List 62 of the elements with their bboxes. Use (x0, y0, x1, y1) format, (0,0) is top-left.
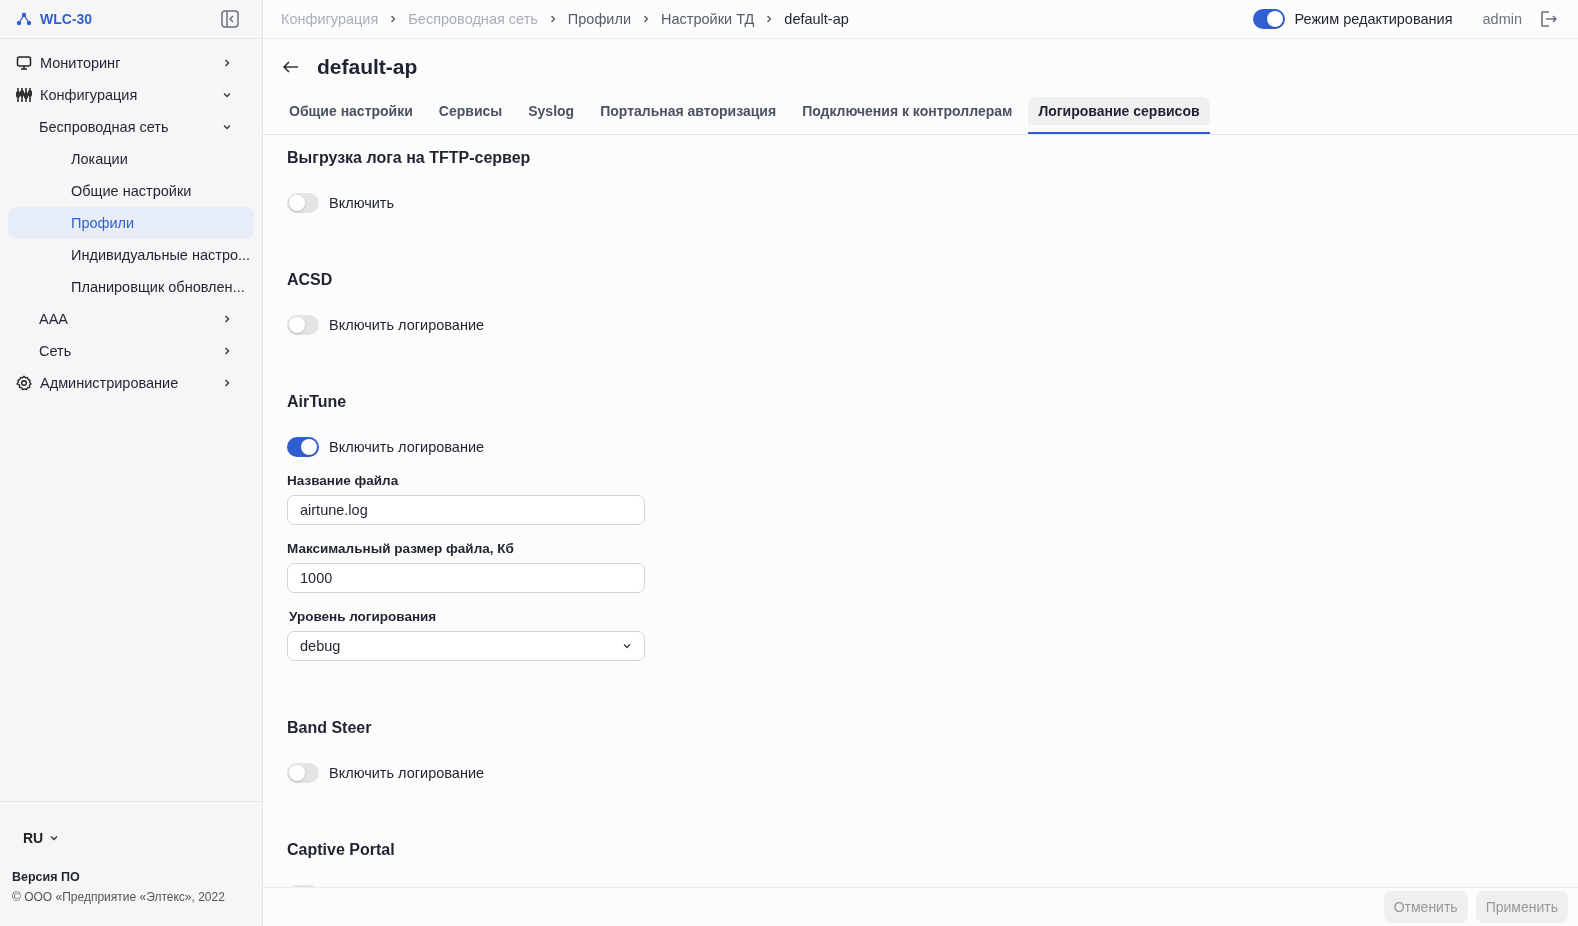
nav-item[interactable]: Беспроводная сеть (8, 111, 254, 143)
logout-icon[interactable] (1538, 9, 1558, 29)
field-label: Название файла (287, 473, 400, 488)
input-field[interactable]: 1000 (287, 563, 645, 593)
chevron-down-icon (222, 90, 232, 100)
dropdown[interactable]: debug (287, 631, 645, 661)
nav-item[interactable]: Локации (8, 143, 254, 175)
tab[interactable]: Логирование сервисов (1028, 97, 1210, 134)
toggle-label: Включить логирование (329, 317, 485, 333)
language-selector[interactable]: RU (12, 830, 71, 846)
input-field[interactable]: airtune.log (287, 495, 645, 525)
toggle-switch[interactable] (287, 437, 319, 457)
nav-item[interactable]: Мониторинг (8, 47, 254, 79)
toggle-label: Включить (329, 195, 395, 211)
nav-item[interactable]: AAA (8, 303, 254, 335)
toggle-switch[interactable] (287, 193, 319, 213)
toggle-switch[interactable] (1253, 9, 1286, 29)
tab[interactable]: Подключения к контроллерам (792, 97, 1023, 134)
sliders-icon (16, 87, 32, 103)
nav-item[interactable]: Сеть (8, 335, 254, 367)
breadcrumb-link[interactable]: Настройки ТД (661, 11, 755, 27)
section-title: AirTune (287, 393, 348, 411)
tab[interactable]: Сервисы (428, 97, 513, 134)
app-title: WLC-30 (40, 11, 94, 27)
toggle-switch[interactable] (287, 763, 319, 783)
username: admin (1482, 11, 1522, 27)
section-title: Выгрузка лога на TFTP-сервер (287, 149, 532, 167)
tab[interactable]: Общие настройки (279, 97, 423, 134)
section-title: ACSD (287, 271, 334, 289)
page-title: default-ap (317, 55, 418, 79)
chevron-down-icon (49, 833, 60, 843)
edit-mode-label: Режим редактирования (1294, 11, 1453, 27)
copyright-text: © ООО «Предприятие «Элтекс», 2022 (12, 890, 226, 904)
settings-icon (16, 375, 32, 391)
chevron-down-icon (622, 641, 632, 651)
chevron-right-icon (222, 346, 232, 356)
breadcrumb-link[interactable]: Профили (567, 11, 631, 27)
chevron-down-icon (222, 122, 232, 132)
toggle-switch[interactable] (287, 315, 319, 335)
chevron-right-icon (222, 378, 232, 388)
monitor-icon (16, 55, 32, 71)
nav-item[interactable]: Профили (8, 207, 254, 239)
section-title: Band Steer (287, 719, 373, 737)
nav-item[interactable]: Общие настройки (8, 175, 254, 207)
breadcrumb-link[interactable]: default-ap (784, 11, 849, 27)
field-label: Уровень логирования (288, 609, 438, 624)
nav-item[interactable]: Администрирование (8, 367, 254, 399)
network-logo-icon (16, 11, 32, 27)
section-title: Captive Portal (287, 841, 396, 859)
toggle-label: Включить логирование (329, 765, 485, 781)
chevron-right-icon (222, 58, 232, 68)
tab[interactable]: Syslog (518, 97, 585, 134)
collapse-sidebar-icon[interactable] (220, 9, 240, 29)
nav-item[interactable]: Конфигурация (8, 79, 254, 111)
nav-item[interactable]: Планировщик обновлен... (8, 271, 254, 303)
version-label: Версия ПО (12, 870, 81, 884)
chevron-right-icon (641, 14, 651, 24)
toggle-label: Включить логирование (329, 439, 485, 455)
chevron-right-icon (222, 314, 232, 324)
tab[interactable]: Портальная авторизация (590, 97, 787, 134)
field-label: Максимальный размер файла, Кб (287, 541, 515, 556)
nav-item[interactable]: Индивидуальные настро... (8, 239, 254, 271)
